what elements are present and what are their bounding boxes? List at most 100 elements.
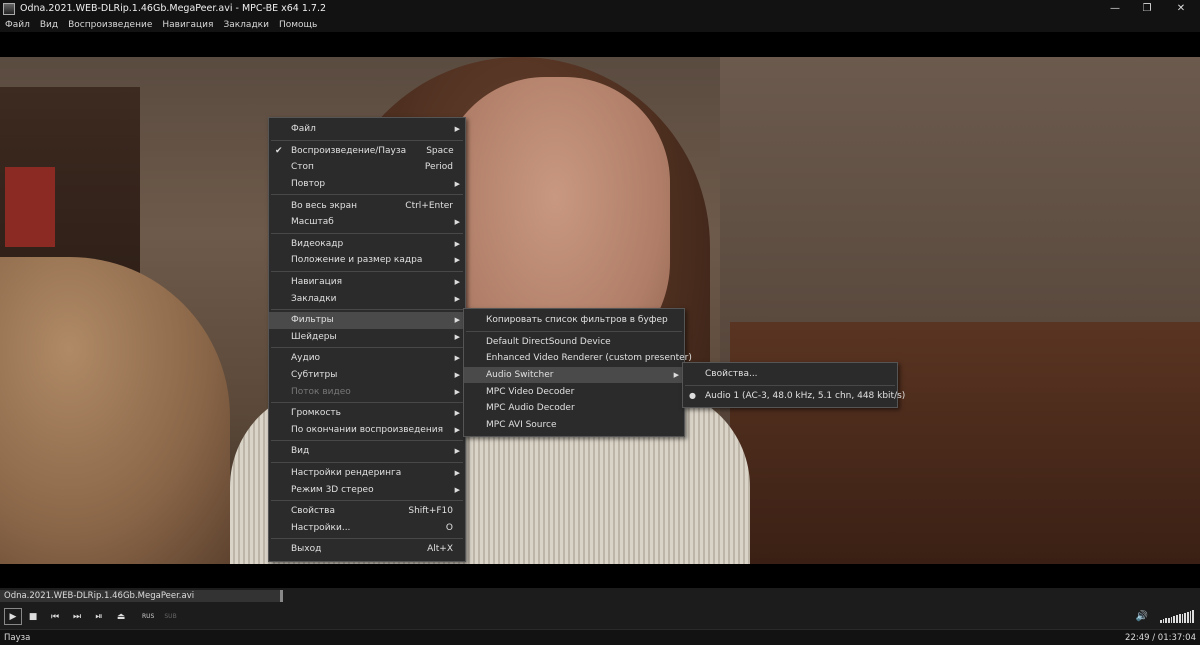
audio-switcher-menu-item-0-0[interactable]: Свойства... (683, 366, 897, 383)
stop-icon[interactable]: ■ (22, 608, 44, 626)
menu-separator (271, 232, 463, 234)
menu-item-shortcut: Shift+F10 (408, 506, 453, 517)
context-menu-item-6-1[interactable]: Субтитры ▶ (269, 367, 465, 384)
minimize-icon[interactable]: — (1100, 0, 1130, 17)
play-icon[interactable]: ▶ (4, 608, 22, 625)
menu-item-label: Свойства (291, 506, 335, 517)
context-menu-item-1-1[interactable]: Стоп Period (269, 159, 465, 176)
frame-step-icon[interactable]: ⏯ (88, 608, 110, 626)
volume-bar (1189, 611, 1192, 623)
volume-bar (1162, 619, 1165, 623)
menu-separator (685, 384, 895, 386)
menu-separator (271, 440, 463, 442)
menu-item-label: MPC Audio Decoder (486, 403, 575, 414)
menu-bookmarks[interactable]: Закладки (223, 20, 269, 30)
context-menu-item-10-0[interactable]: Свойства Shift+F10 (269, 503, 465, 520)
context-menu-item-0-0[interactable]: Файл ▶ (269, 121, 465, 138)
filters-menu-item-1-4[interactable]: MPC Audio Decoder (464, 400, 684, 417)
context-menu-item-7-1[interactable]: По окончании воспроизведения ▶ (269, 422, 465, 439)
playback-state: Пауза (4, 632, 31, 643)
checkmark-icon: ✔ (275, 145, 283, 156)
menu-item-shortcut: Space (426, 145, 454, 156)
context-menu-item-7-0[interactable]: Громкость ▶ (269, 405, 465, 422)
radio-dot-icon: ● (689, 391, 696, 401)
close-icon[interactable]: ✕ (1166, 0, 1196, 17)
context-menu-item-4-1[interactable]: Закладки ▶ (269, 290, 465, 307)
context-menu-item-2-1[interactable]: Масштаб ▶ (269, 214, 465, 231)
menu-item-label: Закладки (291, 293, 337, 304)
menu-item-shortcut: O (445, 522, 453, 533)
filters-menu-item-0-0[interactable]: Копировать список фильтров в буфер (464, 312, 684, 329)
submenu-arrow-icon: ▶ (454, 278, 460, 287)
menu-separator (271, 461, 463, 463)
context-menu-item-2-0[interactable]: Во весь экран Ctrl+Enter (269, 197, 465, 214)
context-menu-item-4-0[interactable]: Навигация ▶ (269, 274, 465, 291)
submenu-arrow-icon: ▶ (454, 468, 460, 477)
audio-track-tag[interactable]: RUS (142, 613, 154, 620)
video-cabinet (730, 322, 1200, 564)
context-menu-item-9-1[interactable]: Режим 3D стерео ▶ (269, 481, 465, 498)
menu-item-label: Громкость (291, 408, 341, 419)
context-menu-item-5-1[interactable]: Шейдеры ▶ (269, 329, 465, 346)
filters-menu-item-1-1[interactable]: Enhanced Video Renderer (custom presente… (464, 350, 692, 367)
volume-bar (1192, 610, 1194, 623)
menu-separator (271, 401, 463, 403)
volume-slider[interactable] (1160, 610, 1194, 623)
submenu-arrow-icon: ▶ (454, 387, 460, 396)
restore-icon[interactable]: ❐ (1132, 0, 1162, 17)
audio-switcher-menu-item-1-0[interactable]: ● Audio 1 (AC-3, 48.0 kHz, 5.1 chn, 448 k… (683, 388, 905, 405)
menu-item-label: Default DirectSound Device (486, 336, 611, 347)
context-menu-item-9-0[interactable]: Настройки рендеринга ▶ (269, 465, 465, 482)
menu-help[interactable]: Помощь (279, 20, 317, 30)
context-menu-item-8-0[interactable]: Вид ▶ (269, 443, 465, 460)
eject-icon[interactable]: ⏏ (110, 608, 132, 626)
context-menu-item-10-1[interactable]: Настройки... O (269, 519, 465, 536)
filters-menu-item-1-5[interactable]: MPC AVI Source (464, 417, 684, 434)
prev-icon[interactable]: ⏮ (44, 608, 66, 626)
menu-item-label: Фильтры (291, 315, 334, 326)
context-menu-item-3-0[interactable]: Видеокадр ▶ (269, 236, 465, 253)
context-menu-item-1-2[interactable]: Повтор ▶ (269, 176, 465, 193)
window-title: Odna.2021.WEB-DLRip.1.46Gb.MegaPeer.avi … (20, 3, 327, 14)
menu-file[interactable]: Файл (5, 20, 30, 30)
submenu-arrow-icon: ▶ (454, 294, 460, 303)
menu-item-label: Стоп (291, 162, 314, 173)
subtitle-tag[interactable]: SUB (164, 613, 176, 620)
menu-playback[interactable]: Воспроизведение (68, 20, 152, 30)
seekbar[interactable]: Odna.2021.WEB-DLRip.1.46Gb.MegaPeer.avi (0, 588, 1200, 604)
menu-item-label: Enhanced Video Renderer (custom presente… (486, 353, 692, 364)
menu-item-label: Настройки... (291, 522, 351, 533)
seekbar-thumb[interactable] (279, 590, 283, 602)
filters-menu-item-1-2[interactable]: Audio Switcher ▶ (464, 366, 684, 384)
app-icon[interactable] (3, 2, 15, 15)
volume-bar (1184, 612, 1186, 623)
seekbar-filename: Odna.2021.WEB-DLRip.1.46Gb.MegaPeer.avi (4, 591, 195, 601)
filters-menu-item-1-3[interactable]: MPC Video Decoder (464, 383, 684, 400)
menu-item-label: Файл (291, 124, 316, 135)
menu-separator (271, 139, 463, 141)
volume-bar (1173, 616, 1176, 623)
context-menu: Файл ▶ ✔ Воспроизведение/Пауза Space Стоп Peri… (268, 117, 466, 562)
menu-item-shortcut: Alt+X (427, 544, 453, 555)
volume-bar (1170, 616, 1173, 623)
menu-item-label: По окончании воспроизведения (291, 424, 443, 435)
submenu-arrow-icon: ▶ (454, 485, 460, 494)
playback-controls: ▶ ■ ⏮ ⏭ ⏯ ⏏ RUS SUB 🔊 (0, 604, 1200, 629)
context-menu-item-5-0[interactable]: Фильтры ▶ (269, 311, 465, 329)
context-menu-item-11-0[interactable]: Выход Alt+X (269, 541, 465, 558)
volume-bar (1165, 618, 1168, 623)
filters-submenu: Копировать список фильтров в буфер Defaul… (463, 308, 692, 438)
menu-separator (271, 347, 463, 349)
menu-item-shortcut: Period (424, 162, 453, 173)
menu-view[interactable]: Вид (40, 20, 58, 30)
context-menu-item-1-0[interactable]: ✔ Воспроизведение/Пауза Space (269, 143, 465, 160)
next-icon[interactable]: ⏭ (66, 608, 88, 626)
submenu-arrow-icon: ▶ (454, 332, 460, 341)
menu-item-label: MPC Video Decoder (486, 386, 575, 397)
context-menu-item-3-1[interactable]: Положение и размер кадра ▶ (269, 252, 465, 269)
filters-menu-item-1-0[interactable]: Default DirectSound Device (464, 334, 684, 351)
context-menu-item-6-0[interactable]: Аудио ▶ (269, 350, 465, 367)
speaker-icon[interactable]: 🔊 (1134, 608, 1150, 625)
menu-navigation[interactable]: Навигация (162, 20, 213, 30)
menu-item-label: Шейдеры (291, 331, 337, 342)
